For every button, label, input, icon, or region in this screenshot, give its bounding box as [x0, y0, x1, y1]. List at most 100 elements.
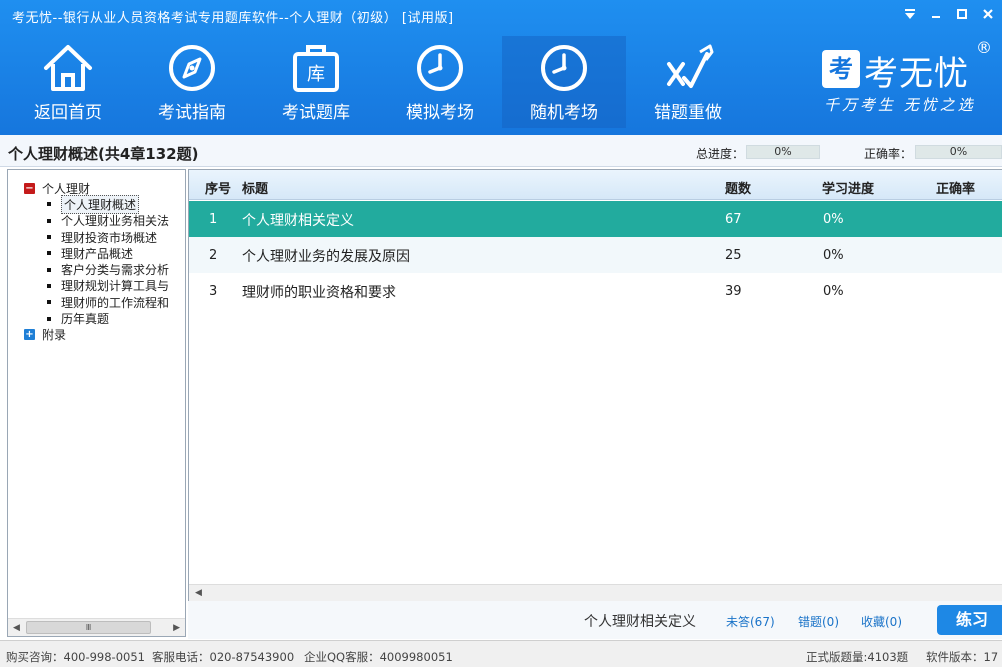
wrong-answer-redo-icon — [667, 44, 714, 88]
logo-mark: 考 — [822, 50, 860, 88]
collapse-icon[interactable]: − — [24, 182, 35, 194]
col-count-header: 题数 — [725, 182, 752, 197]
maximize-icon[interactable] — [954, 6, 970, 22]
window-title: 考无忧--银行从业人员资格考试专用题库软件--个人理财（初级） [试用版] — [12, 11, 454, 26]
tree-appendix-node[interactable]: + 附录 — [24, 327, 169, 343]
compass-icon — [169, 45, 215, 91]
row-count: 67 — [725, 212, 742, 227]
total-progress-label: 总进度： — [696, 147, 745, 161]
col-progress-header: 学习进度 — [822, 182, 875, 197]
section-header: 个人理财概述(共4章132题) 总进度： 0% 正确率： 0% — [0, 135, 1002, 167]
table-row[interactable]: 3 理财师的职业资格和要求 39 0% — [189, 273, 1002, 309]
accuracy-label: 正确率： — [864, 147, 913, 161]
clock-icon — [541, 45, 587, 91]
toolbar-question-bank-button[interactable]: 库 考试题库 — [254, 36, 378, 128]
tree-item-label: 个人理财业务相关法 — [61, 214, 170, 229]
question-bank-icon: 库 — [293, 45, 339, 92]
row-title: 个人理财相关定义 — [242, 213, 354, 229]
bullet-icon — [47, 218, 51, 223]
svg-text:库: 库 — [307, 64, 325, 85]
action-bar: 个人理财相关定义 未答(67) 错题(0) 收藏(0) 练习 — [188, 601, 1002, 639]
toolbar-mock-exam-label: 模拟考场 — [406, 103, 474, 123]
tree-appendix-label: 附录 — [42, 328, 67, 343]
tree-item-selected[interactable]: 个人理财概述 — [24, 194, 169, 214]
status-bar: 购买咨询：400-998-0051 客服电话：020-87543900 企业QQ… — [0, 640, 1002, 667]
minimize-icon[interactable] — [928, 6, 944, 22]
tree-horizontal-scrollbar[interactable]: ◀ Ⅲ ▶ — [8, 618, 185, 636]
unanswered-link[interactable]: 未答(67) — [726, 613, 775, 630]
registered-mark: ® — [976, 38, 992, 57]
table-header: 序号 标题 题数 学习进度 正确率 — [189, 170, 1002, 200]
toolbar-home-button[interactable]: 返回首页 — [6, 36, 130, 128]
wrong-questions-link[interactable]: 错题(0) — [798, 613, 839, 630]
tree-item[interactable]: 理财投资市场概述 — [24, 229, 169, 245]
toolbar-mock-exam-button[interactable]: 模拟考场 — [378, 36, 502, 128]
tree-item-label: 理财投资市场概述 — [61, 230, 158, 245]
window-controls — [902, 6, 996, 22]
toolbar-question-bank-label: 考试题库 — [282, 103, 350, 123]
current-section-label: 个人理财相关定义 — [584, 614, 696, 630]
toolbar-guide-button[interactable]: 考试指南 — [130, 36, 254, 128]
brand-logo: 考 考无忧 ® 千万考生 无忧之选 — [820, 38, 1000, 122]
service-phone: 客服电话：020-87543900 — [152, 650, 295, 664]
tree-item-label: 理财师的工作流程和 — [61, 295, 170, 310]
toolbar-wrong-redo-label: 错题重做 — [654, 103, 722, 123]
title-bar: 考无忧--银行从业人员资格考试专用题库软件--个人理财（初级） [试用版] — [0, 0, 1002, 32]
tree-item[interactable]: 历年真题 — [24, 310, 169, 326]
bullet-icon — [47, 202, 51, 207]
clock-icon — [417, 45, 463, 91]
bullet-icon — [47, 283, 51, 288]
scroll-left-icon[interactable]: ◀ — [13, 623, 20, 633]
brand-slogan: 千万考生 无忧之选 — [824, 96, 976, 114]
qq-service: 企业QQ客服：4009980051 — [304, 650, 453, 664]
tree-item[interactable]: 客户分类与需求分析 — [24, 261, 169, 277]
col-index-header: 序号 — [205, 182, 232, 197]
main-toolbar: 返回首页 考试指南 库 考试题库 模拟考场 随机考场 错题重做 — [6, 36, 750, 128]
tree-item-label: 理财产品概述 — [61, 246, 134, 261]
brand-name: 考无忧 — [864, 54, 969, 94]
table-horizontal-scrollbar[interactable]: ◀ — [189, 584, 1002, 602]
row-progress: 0% — [823, 284, 844, 299]
close-icon[interactable] — [980, 6, 996, 22]
col-accuracy-header: 正确率 — [936, 182, 976, 197]
total-progress-value: 0% — [746, 145, 820, 159]
accuracy-value: 0% — [915, 145, 1002, 159]
toolbar-wrong-redo-button[interactable]: 错题重做 — [626, 36, 750, 128]
favorites-link[interactable]: 收藏(0) — [861, 613, 902, 630]
home-icon — [44, 45, 92, 91]
tree-item-label: 个人理财概述 — [61, 194, 140, 214]
purchase-hotline: 购买咨询：400-998-0051 — [6, 650, 145, 664]
table-row-selected[interactable]: 1 个人理财相关定义 67 0% — [189, 201, 1002, 237]
tree-item[interactable]: 理财产品概述 — [24, 245, 169, 261]
section-title: 个人理财概述(共4章132题) — [8, 145, 199, 163]
toolbar-random-exam-label: 随机考场 — [530, 103, 598, 123]
row-index: 3 — [209, 284, 218, 299]
tree-root-node[interactable]: − 个人理财 — [24, 180, 169, 196]
app-header: 考无忧--银行从业人员资格考试专用题库软件--个人理财（初级） [试用版] 返回… — [0, 0, 1002, 135]
scrollbar-thumb[interactable]: Ⅲ — [26, 621, 151, 634]
bullet-icon — [47, 267, 51, 272]
row-count: 39 — [725, 284, 742, 299]
row-progress: 0% — [823, 212, 844, 227]
section-table: 序号 标题 题数 学习进度 正确率 1 个人理财相关定义 67 0% 2 个人理… — [188, 169, 1002, 602]
toolbar-guide-label: 考试指南 — [158, 103, 226, 123]
software-version: 软件版本：17 — [926, 650, 999, 664]
row-title: 理财师的职业资格和要求 — [242, 285, 396, 301]
tree-item-label: 理财规划计算工具与 — [61, 279, 170, 294]
chapter-tree-panel: − 个人理财 个人理财概述 个人理财业务相关法 理财投资市场概述 理财产品概述 … — [7, 169, 186, 637]
col-title-header: 标题 — [242, 182, 269, 197]
table-row[interactable]: 2 个人理财业务的发展及原因 25 0% — [189, 237, 1002, 273]
toolbar-random-exam-button[interactable]: 随机考场 — [502, 36, 626, 128]
row-index: 1 — [209, 212, 218, 227]
tree-item[interactable]: 理财师的工作流程和 — [24, 294, 169, 310]
scroll-right-icon[interactable]: ▶ — [173, 623, 180, 633]
tree-item[interactable]: 理财规划计算工具与 — [24, 278, 169, 294]
tree-item[interactable]: 个人理财业务相关法 — [24, 213, 169, 229]
tree-item-label: 客户分类与需求分析 — [61, 263, 170, 278]
menu-dropdown-icon[interactable] — [902, 6, 918, 22]
expand-icon[interactable]: + — [24, 329, 35, 341]
row-progress: 0% — [823, 248, 844, 263]
practice-button[interactable]: 练习 — [937, 605, 1002, 635]
tree-item-label: 历年真题 — [61, 312, 110, 327]
scroll-left-icon[interactable]: ◀ — [195, 588, 202, 598]
